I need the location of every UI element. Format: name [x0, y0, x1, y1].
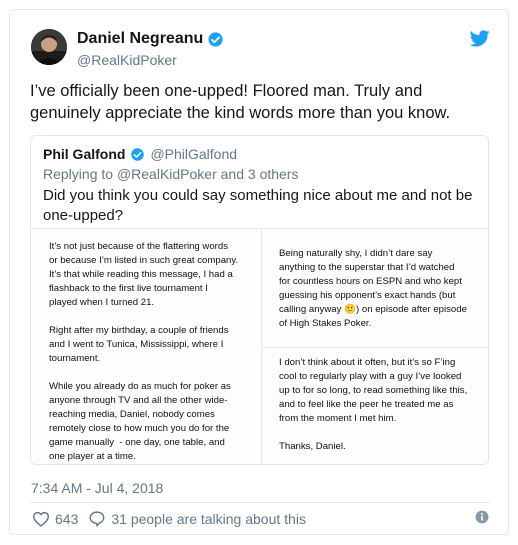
quoted-author-row: Phil Galfond @PhilGalfond: [43, 146, 237, 162]
note-image-right-bottom[interactable]: I don’t think about it often, but it’s s…: [261, 347, 488, 464]
note-image-right-bottom-text: I don’t think about it often, but it’s s…: [279, 357, 468, 452]
quoted-tweet[interactable]: Phil Galfond @PhilGalfond Replying to @R…: [30, 135, 489, 465]
author-handle[interactable]: @RealKidPoker: [77, 52, 177, 68]
author-name-row[interactable]: Daniel Negreanu: [77, 30, 224, 48]
reply-context: Replying to @RealKidPoker and 3 others: [43, 166, 298, 182]
quoted-author-handle: @PhilGalfond: [150, 146, 238, 162]
tweet-text: I’ve officially been one-upped! Floored …: [30, 82, 451, 122]
tweet-actions: 643 31 people are talking about this: [32, 510, 306, 527]
verified-badge-icon: [208, 31, 223, 47]
note-image-right-top-text: Being naturally shy, I didn’t dare say a…: [279, 248, 467, 329]
note-image-left[interactable]: It’s not just because of the flattering …: [31, 229, 260, 464]
quoted-author-name: Phil Galfond: [43, 146, 126, 162]
info-icon[interactable]: [475, 510, 489, 524]
twitter-bird-icon[interactable]: [470, 30, 490, 47]
quoted-image-grid[interactable]: It’s not just because of the flattering …: [31, 228, 488, 464]
conversation-count[interactable]: 31 people are talking about this: [111, 511, 306, 527]
note-image-right-top[interactable]: Being naturally shy, I didn’t dare say a…: [261, 229, 488, 346]
tweet-card: Daniel Negreanu @RealKidPoker I’ve offic…: [9, 9, 509, 535]
comment-icon[interactable]: [88, 510, 106, 527]
note-image-left-text: It’s not just because of the flattering …: [49, 241, 239, 462]
reply-prefix: Replying to: [43, 166, 117, 182]
quoted-tweet-text: Did you think you could say something ni…: [43, 187, 473, 224]
tweet-timestamp[interactable]: 7:34 AM - Jul 4, 2018: [31, 480, 163, 496]
author-name[interactable]: Daniel Negreanu: [77, 30, 203, 48]
avatar-photo: [31, 29, 67, 65]
like-count[interactable]: 643: [55, 511, 78, 527]
divider: [30, 502, 490, 503]
heart-icon[interactable]: [32, 511, 50, 527]
reply-to-link[interactable]: @RealKidPoker and 3 others: [117, 166, 299, 182]
avatar[interactable]: [31, 29, 67, 65]
verified-badge-icon: [131, 147, 145, 161]
